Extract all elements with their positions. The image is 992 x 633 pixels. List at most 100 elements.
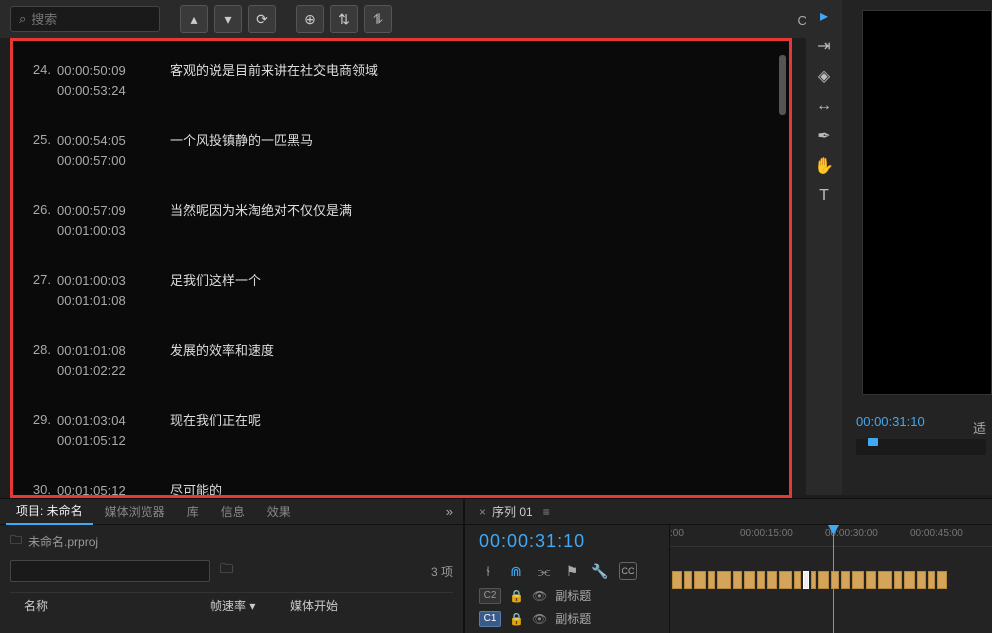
col-header-fps[interactable]: 帧速率 ▾ bbox=[210, 597, 290, 614]
ruler-mark: :00 bbox=[670, 528, 684, 539]
tab-project[interactable]: 项目: 未命名 bbox=[6, 498, 93, 525]
search-box[interactable]: ⌕ bbox=[10, 6, 160, 32]
caption-clip[interactable] bbox=[852, 571, 864, 589]
caption-clip[interactable] bbox=[866, 571, 876, 589]
tab-media-browser[interactable]: 媒体浏览器 bbox=[95, 499, 175, 524]
caption-row[interactable]: 26. 00:00:57:0900:01:00:03 当然呢因为米淘绝对不仅仅是… bbox=[23, 201, 779, 241]
caption-text[interactable]: 客观的说是目前来讲在社交电商领域 bbox=[170, 61, 378, 101]
caption-clip[interactable] bbox=[904, 571, 915, 589]
timeline-tracks-area[interactable]: :00 00:00:15:00 00:00:30:00 00:00:45:00 … bbox=[670, 525, 992, 633]
rate-stretch-icon[interactable]: ↔ bbox=[811, 94, 837, 118]
caption-clip[interactable] bbox=[894, 571, 902, 589]
caption-row[interactable]: 27. 00:01:00:0300:01:01:08 足我们这样一个 bbox=[23, 271, 779, 311]
caption-row[interactable]: 25. 00:00:54:0500:00:57:00 一个风投镇静的一匹黑马 bbox=[23, 131, 779, 171]
caption-text[interactable]: 足我们这样一个 bbox=[170, 271, 261, 311]
project-filter-input[interactable] bbox=[10, 560, 210, 582]
timeline-close-icon[interactable]: × bbox=[479, 505, 486, 519]
type-tool-icon[interactable]: T bbox=[811, 184, 837, 208]
lock-icon[interactable]: 🔒 bbox=[509, 589, 524, 603]
panel-menu-icon[interactable]: ≡ bbox=[543, 505, 550, 519]
eye-icon[interactable]: 👁 bbox=[532, 612, 547, 626]
caption-clip[interactable] bbox=[694, 571, 706, 589]
hand-tool-icon[interactable]: ✋ bbox=[811, 154, 837, 178]
caption-text[interactable]: 发展的效率和速度 bbox=[170, 341, 274, 381]
track-c1-label: 副标题 bbox=[555, 610, 591, 627]
split-caption-button[interactable]: ⇅ bbox=[330, 5, 358, 33]
settings-icon[interactable]: 🔧 bbox=[591, 562, 609, 580]
monitor-fit-label: 适 bbox=[973, 418, 986, 437]
caption-clip[interactable] bbox=[708, 571, 715, 589]
caption-clip[interactable] bbox=[937, 571, 947, 589]
snap-icon[interactable]: ⫮ bbox=[479, 562, 497, 580]
next-caption-button[interactable]: ▾ bbox=[214, 5, 242, 33]
caption-clip[interactable] bbox=[928, 571, 935, 589]
caption-clip[interactable] bbox=[811, 571, 816, 589]
caption-index: 26. bbox=[23, 201, 51, 241]
scrollbar-thumb[interactable] bbox=[779, 55, 786, 115]
caption-text[interactable]: 尽可能的 bbox=[170, 481, 222, 495]
monitor-timecode[interactable]: 00:00:31:10 bbox=[842, 406, 939, 437]
caption-row[interactable]: 24. 00:00:50:0900:00:53:24 客观的说是目前来讲在社交电… bbox=[23, 61, 779, 101]
monitor-scrubber[interactable] bbox=[856, 439, 986, 455]
caption-text[interactable]: 当然呢因为米淘绝对不仅仅是满 bbox=[170, 201, 352, 241]
linked-selection-icon[interactable]: ⫘ bbox=[535, 562, 553, 580]
track-c1-toggle[interactable]: C1 bbox=[479, 611, 501, 627]
eye-icon[interactable]: 👁 bbox=[532, 589, 547, 603]
magnet-icon[interactable]: ⋒ bbox=[507, 562, 525, 580]
caption-clip[interactable] bbox=[767, 571, 777, 589]
caption-scroll[interactable]: 24. 00:00:50:0900:00:53:24 客观的说是目前来讲在社交电… bbox=[13, 41, 789, 495]
pen-tool-icon[interactable]: ✒ bbox=[811, 124, 837, 148]
caption-clip-track bbox=[670, 571, 992, 589]
caption-text[interactable]: 一个风投镇静的一匹黑马 bbox=[170, 131, 313, 171]
caption-row[interactable]: 28. 00:01:01:0800:01:02:22 发展的效率和速度 bbox=[23, 341, 779, 381]
col-header-name[interactable]: 名称 bbox=[10, 597, 210, 614]
tab-effects[interactable]: 效果 bbox=[257, 499, 301, 524]
timeline-timecode[interactable]: 00:00:31:10 bbox=[465, 525, 669, 558]
selection-tool-icon[interactable]: ▸ bbox=[811, 4, 837, 28]
monitor-viewport[interactable] bbox=[862, 10, 992, 395]
bottom-panels: 项目: 未命名 媒体浏览器 库 信息 效果 » 🗀 未命名.prproj 🗀 3… bbox=[0, 498, 992, 633]
caption-clip[interactable] bbox=[757, 571, 765, 589]
merge-caption-button[interactable]: ⥮ bbox=[364, 5, 392, 33]
caption-clip[interactable] bbox=[831, 571, 839, 589]
track-c2-toggle[interactable]: C2 bbox=[479, 588, 501, 604]
col-header-start[interactable]: 媒体开始 bbox=[290, 597, 453, 614]
caption-clip[interactable] bbox=[878, 571, 892, 589]
caption-clip[interactable] bbox=[684, 571, 692, 589]
caption-times: 00:00:54:0500:00:57:00 bbox=[57, 131, 142, 171]
caption-clip[interactable] bbox=[779, 571, 792, 589]
sequence-name[interactable]: 序列 01 bbox=[492, 503, 533, 520]
caption-times: 00:01:03:0400:01:05:12 bbox=[57, 411, 142, 451]
ripple-edit-icon[interactable]: ◈ bbox=[811, 64, 837, 88]
caption-row[interactable]: 30. 00:01:05:12 尽可能的 bbox=[23, 481, 779, 495]
track-c2-header[interactable]: C2 🔒 👁 副标题 bbox=[465, 584, 669, 607]
tab-libraries[interactable]: 库 bbox=[177, 499, 209, 524]
expand-panel-button[interactable]: » bbox=[436, 504, 463, 519]
lock-icon[interactable]: 🔒 bbox=[509, 612, 524, 626]
track-select-icon[interactable]: ⇥ bbox=[811, 34, 837, 58]
refresh-button[interactable]: ⟳ bbox=[248, 5, 276, 33]
caption-clip[interactable] bbox=[841, 571, 850, 589]
caption-times: 00:01:01:0800:01:02:22 bbox=[57, 341, 142, 381]
caption-row[interactable]: 29. 00:01:03:0400:01:05:12 现在我们正在呢 bbox=[23, 411, 779, 451]
filter-bin-icon[interactable]: 🗀 bbox=[220, 560, 233, 582]
search-input[interactable] bbox=[31, 12, 151, 27]
caption-clip[interactable] bbox=[733, 571, 742, 589]
track-c1-header[interactable]: C1 🔒 👁 副标题 bbox=[465, 607, 669, 630]
program-monitor: 00:00:31:10 适 bbox=[842, 0, 992, 495]
caption-clip[interactable] bbox=[794, 571, 801, 589]
caption-text[interactable]: 现在我们正在呢 bbox=[170, 411, 261, 451]
caption-clip[interactable] bbox=[672, 571, 682, 589]
tool-toolbar: ▸ ⇥ ◈ ↔ ✒ ✋ T bbox=[806, 0, 842, 495]
cc-icon[interactable]: CC bbox=[619, 562, 637, 580]
tab-info[interactable]: 信息 bbox=[211, 499, 255, 524]
add-caption-button[interactable]: ⊕ bbox=[296, 5, 324, 33]
caption-clip[interactable] bbox=[917, 571, 926, 589]
caption-index: 29. bbox=[23, 411, 51, 451]
caption-clip[interactable] bbox=[818, 571, 829, 589]
marker-icon[interactable]: ⚑ bbox=[563, 562, 581, 580]
prev-caption-button[interactable]: ▴ bbox=[180, 5, 208, 33]
caption-clip[interactable] bbox=[717, 571, 731, 589]
caption-clip-selected[interactable] bbox=[803, 571, 809, 589]
caption-clip[interactable] bbox=[744, 571, 755, 589]
